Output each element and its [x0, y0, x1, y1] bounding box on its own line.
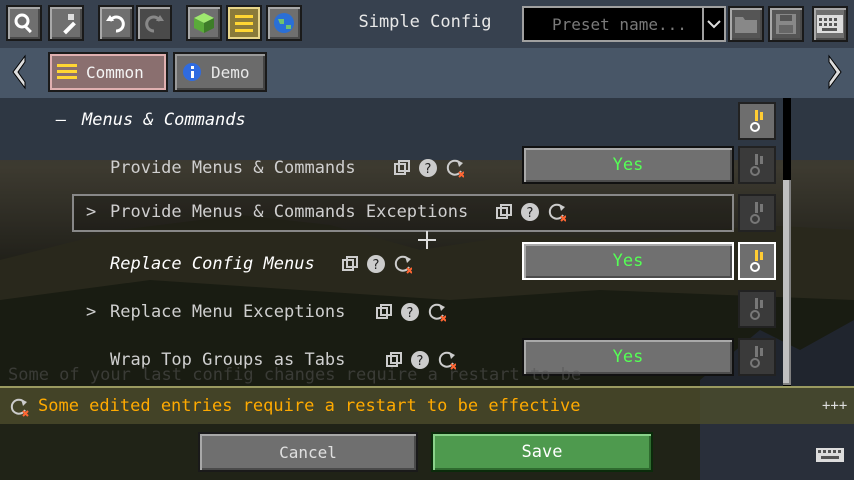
tab-common-label: Common: [86, 62, 144, 82]
tab-scroll-left-button[interactable]: [4, 52, 34, 92]
preset-name-input[interactable]: Preset name...: [522, 6, 704, 42]
restart-warning-icon: [750, 154, 763, 176]
help-icon[interactable]: ?: [520, 201, 540, 223]
bottom-bar: [0, 424, 854, 480]
faded-toast-message: Some of your last config changes require…: [8, 365, 582, 385]
help-icon[interactable]: ?: [400, 301, 420, 323]
section-title: Menus & Commands: [82, 110, 246, 130]
cube-icon: [194, 13, 214, 33]
chevron-down-icon: [707, 20, 721, 29]
globe-icon: [274, 13, 294, 33]
help-icon[interactable]: ?: [366, 253, 386, 275]
expand-arrow[interactable]: >: [86, 302, 96, 322]
svg-text:?: ?: [407, 306, 414, 321]
reset-icon[interactable]: [426, 301, 446, 323]
list-item[interactable]: > Replace Menu Exceptions ?: [0, 290, 780, 338]
reset-icon[interactable]: [444, 157, 464, 179]
restart-hint-button[interactable]: [738, 146, 776, 184]
tab-demo[interactable]: Demo: [173, 52, 267, 92]
copy-icon[interactable]: [392, 157, 412, 179]
list-item[interactable]: Replace Config Menus ? Yes: [0, 242, 780, 290]
entry-label: Replace Config Menus: [110, 254, 315, 274]
restart-hint-button[interactable]: [738, 242, 776, 280]
top-toolbar: Simple Config Preset name...: [0, 0, 854, 48]
save-button[interactable]: Save: [431, 432, 653, 472]
cube-button[interactable]: [186, 5, 222, 41]
search-button[interactable]: [6, 5, 42, 41]
svg-text:?: ?: [425, 162, 432, 177]
help-icon[interactable]: ?: [418, 157, 438, 179]
entry-value-toggle[interactable]: Yes: [522, 242, 734, 280]
svg-text:?: ?: [527, 206, 534, 221]
tab-scroll-right-button[interactable]: [820, 52, 850, 92]
restart-hint-button[interactable]: [738, 338, 776, 376]
folder-icon: [735, 17, 757, 33]
status-bar: Some edited entries require a restart to…: [0, 386, 854, 424]
search-icon: [14, 13, 32, 34]
restart-warning-icon: [750, 250, 763, 272]
globe-button[interactable]: [266, 5, 302, 41]
undo-button[interactable]: [98, 5, 134, 41]
info-icon: [183, 63, 201, 81]
copy-icon[interactable]: [340, 253, 360, 275]
reset-icon[interactable]: [392, 253, 412, 275]
preset-dropdown-button[interactable]: [702, 6, 726, 42]
redo-button[interactable]: [136, 5, 172, 41]
restart-hint-button[interactable]: [738, 290, 776, 328]
tab-demo-label: Demo: [211, 62, 250, 82]
restart-warning-icon: [750, 110, 763, 132]
save-preset-button[interactable]: [768, 6, 804, 42]
list-icon: [57, 64, 77, 79]
reset-icon[interactable]: [546, 201, 566, 223]
window-title: Simple Config: [358, 12, 492, 32]
keyboard-icon: [817, 15, 843, 33]
expand-arrow[interactable]: >: [86, 202, 96, 222]
restart-warning-icon: [750, 202, 763, 224]
entry-value-toggle[interactable]: Yes: [522, 146, 734, 184]
tab-bar: Common Demo: [0, 48, 854, 98]
entry-label: Replace Menu Exceptions: [110, 302, 346, 322]
edit-button[interactable]: [48, 5, 84, 41]
list-item[interactable]: Provide Menus & Commands ? Yes: [0, 146, 780, 194]
restart-warning-icon: [750, 346, 763, 368]
copy-icon[interactable]: [374, 301, 394, 323]
redo-icon: [145, 15, 164, 33]
load-preset-button[interactable]: [728, 6, 764, 42]
list-view-button[interactable]: [226, 5, 262, 41]
entry-label: Provide Menus & Commands Exceptions: [110, 202, 469, 222]
entry-label: Provide Menus & Commands: [110, 158, 356, 178]
section-help-button[interactable]: [738, 102, 776, 140]
status-more-button[interactable]: +++: [822, 398, 847, 414]
section-toggle[interactable]: –: [56, 110, 66, 130]
restart-warning-icon: [750, 298, 763, 320]
chevron-left-icon: [12, 54, 26, 90]
reset-icon: [10, 398, 29, 417]
copy-icon[interactable]: [494, 201, 514, 223]
undo-icon: [106, 15, 125, 33]
keyboard-button[interactable]: [812, 6, 848, 42]
scrollbar-thumb[interactable]: [783, 180, 791, 385]
restart-hint-button[interactable]: [738, 194, 776, 232]
config-entry-list[interactable]: – Menus & Commands Provide Menus & Comma…: [0, 98, 854, 386]
list-icon: [235, 15, 253, 32]
status-message: Some edited entries require a restart to…: [38, 396, 581, 416]
edit-wand-icon: [63, 14, 76, 35]
tab-common[interactable]: Common: [48, 52, 168, 92]
chevron-right-icon: [828, 54, 842, 90]
section-header[interactable]: – Menus & Commands: [0, 98, 780, 146]
svg-text:?: ?: [373, 258, 380, 273]
keyboard-icon[interactable]: [816, 448, 844, 462]
cancel-button[interactable]: Cancel: [198, 432, 418, 472]
save-disk-icon: [776, 14, 796, 34]
list-item[interactable]: > Provide Menus & Commands Exceptions ?: [0, 194, 780, 242]
